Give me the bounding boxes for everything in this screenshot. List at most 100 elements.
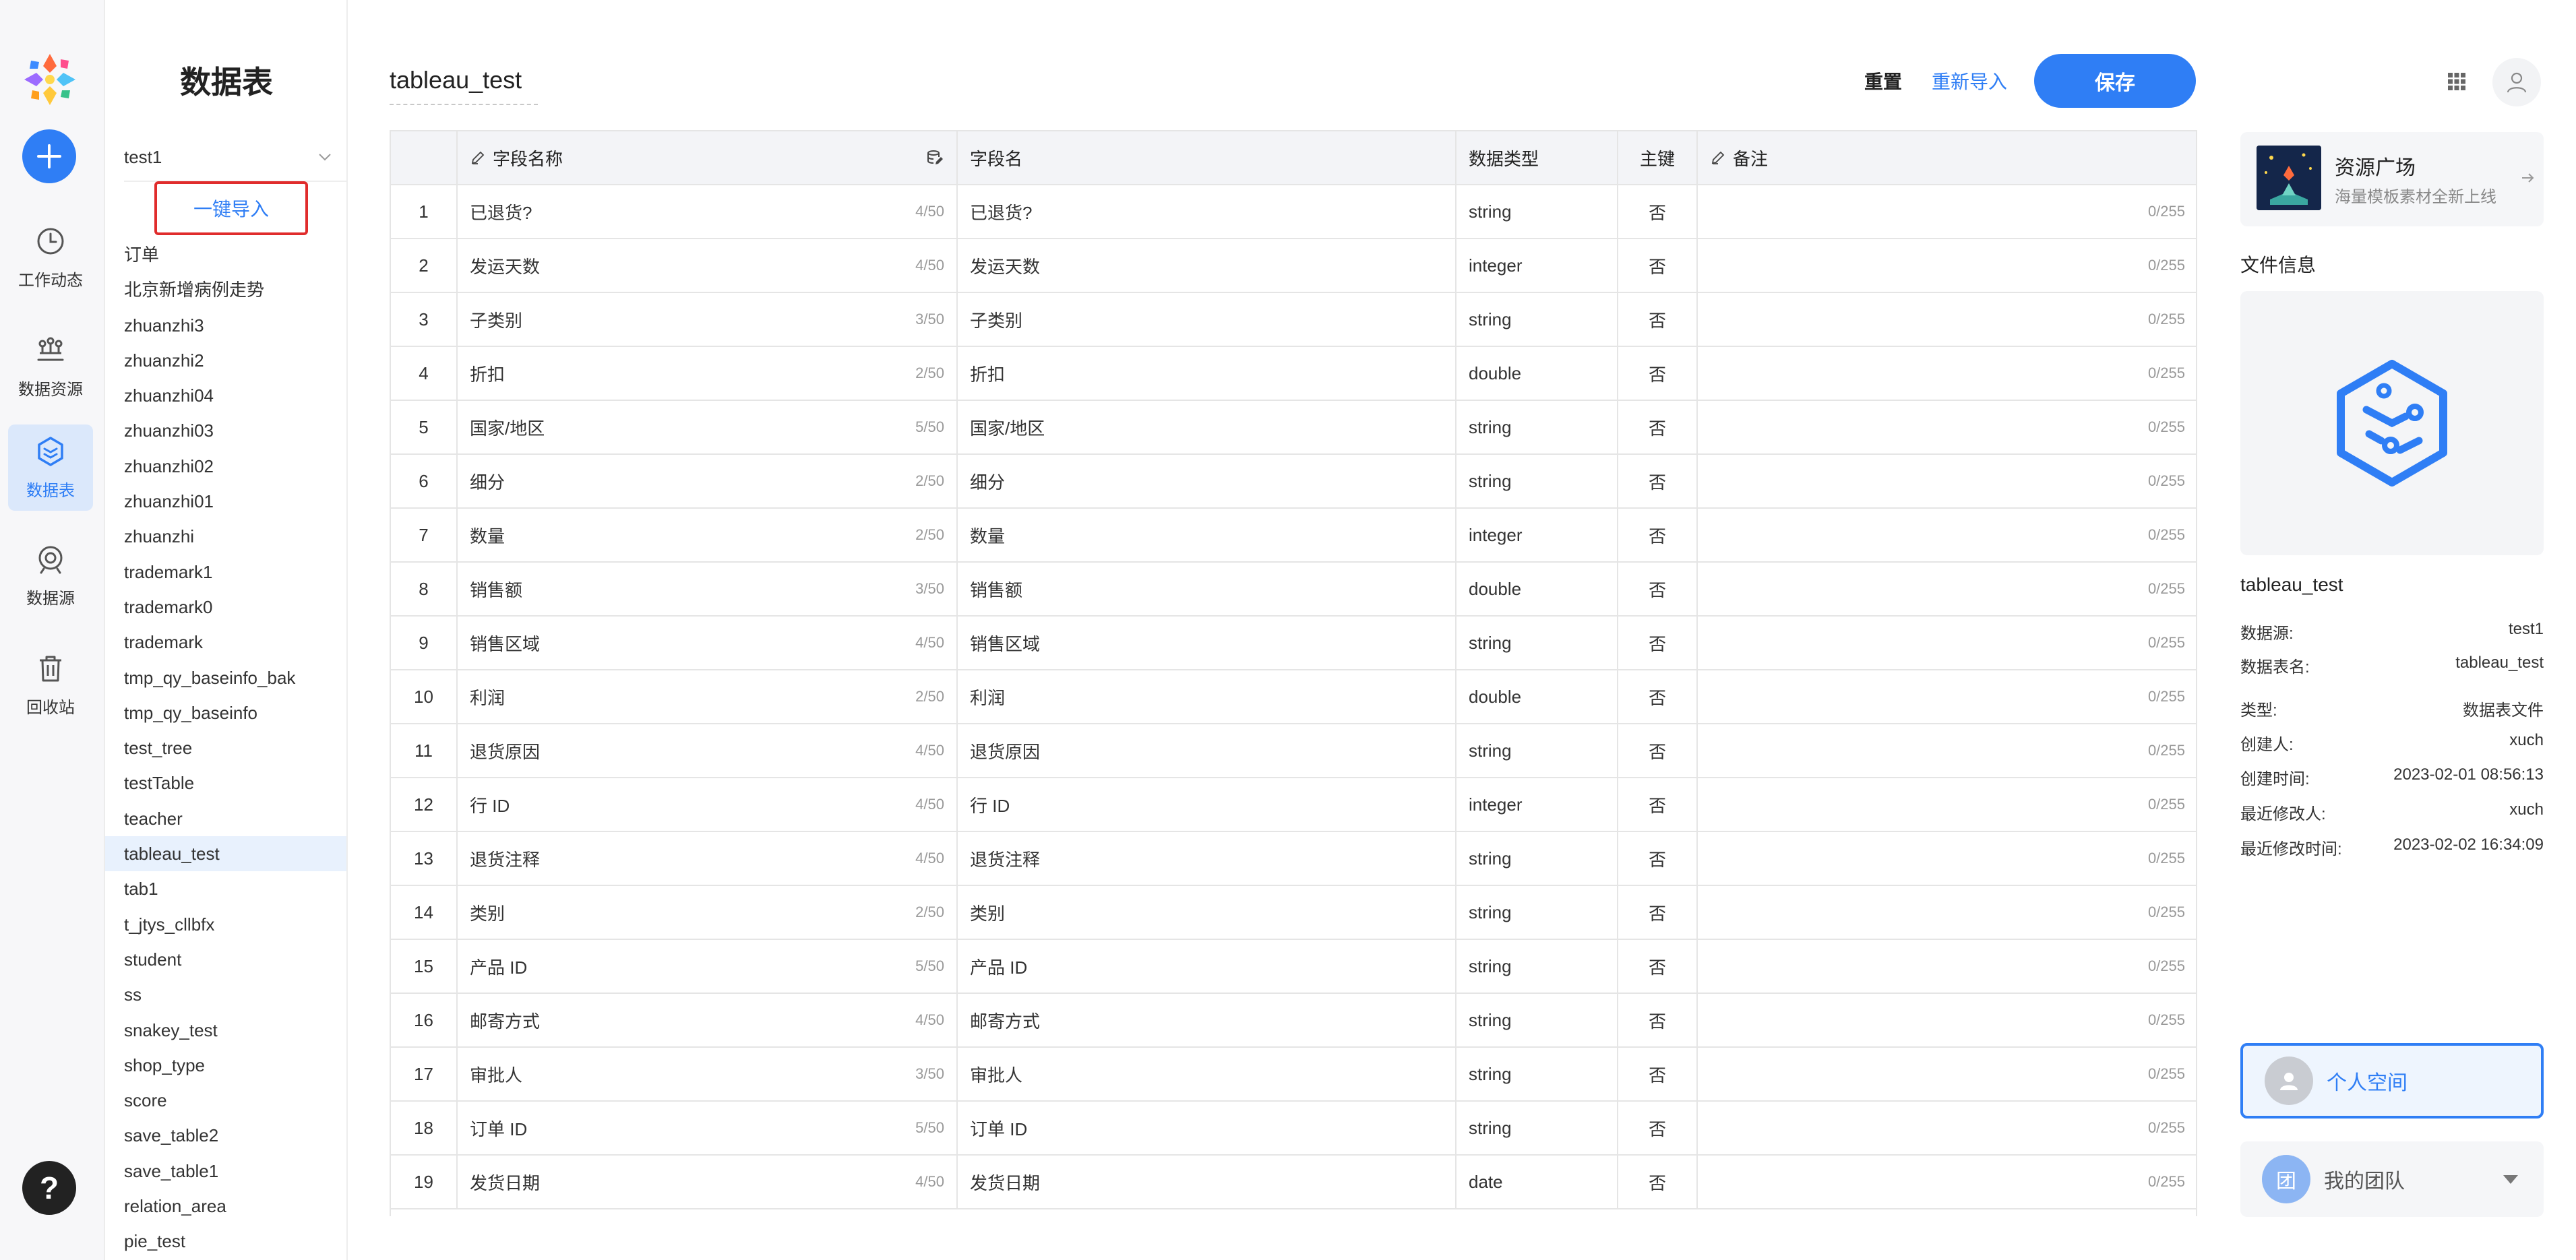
remark-cell[interactable]: 0/255 — [1697, 400, 2196, 455]
primary-key-cell[interactable]: 否 — [1618, 562, 1698, 617]
remark-cell[interactable]: 0/255 — [1697, 346, 2196, 401]
field-name-cell[interactable]: 行 ID 4/50 — [457, 778, 958, 832]
data-type-cell[interactable]: double — [1456, 562, 1618, 617]
table-list-item[interactable]: test_tree — [105, 730, 346, 765]
field-name-cell[interactable]: 数量 2/50 — [457, 508, 958, 563]
primary-key-cell[interactable]: 否 — [1618, 454, 1698, 509]
rail-item-data-source[interactable]: 数据源 — [8, 532, 93, 619]
datasource-select[interactable]: test1 — [124, 140, 333, 174]
remark-cell[interactable]: 0/255 — [1697, 185, 2196, 239]
help-button[interactable]: ? — [22, 1161, 76, 1215]
reimport-button[interactable]: 重新导入 — [1932, 67, 2007, 94]
table-list-item[interactable]: t_jtys_cllbfx — [105, 907, 346, 942]
table-list-item[interactable]: tab1 — [105, 871, 346, 906]
field-name-cell[interactable]: 细分 2/50 — [457, 454, 958, 509]
data-type-cell[interactable]: string — [1456, 185, 1618, 239]
remark-cell[interactable]: 0/255 — [1697, 939, 2196, 994]
data-type-cell[interactable]: string — [1456, 724, 1618, 778]
table-list-item[interactable]: student — [105, 942, 346, 977]
field-name-cell[interactable]: 利润 2/50 — [457, 670, 958, 724]
field-name-cell[interactable]: 国家/地区 5/50 — [457, 400, 958, 455]
remark-cell[interactable]: 0/255 — [1697, 454, 2196, 509]
table-list-item[interactable]: save_table2 — [105, 1118, 346, 1153]
rail-item-data-resources[interactable]: 数据资源 — [8, 323, 93, 410]
primary-key-cell[interactable]: 否 — [1618, 1047, 1698, 1102]
field-name-cell[interactable]: 类别 2/50 — [457, 885, 958, 940]
data-type-cell[interactable]: string — [1456, 616, 1618, 670]
table-list-item[interactable]: zhuanzhi01 — [105, 484, 346, 519]
one-click-import-button[interactable]: 一键导入 — [154, 181, 308, 235]
remark-cell[interactable]: 0/255 — [1697, 1101, 2196, 1156]
table-list-item[interactable]: 北京新增病例走势 — [105, 272, 346, 307]
primary-key-cell[interactable]: 否 — [1618, 292, 1698, 347]
primary-key-cell[interactable]: 否 — [1618, 508, 1698, 563]
my-team-switch[interactable]: 团 我的团队 — [2240, 1141, 2544, 1217]
save-button[interactable]: 保存 — [2034, 54, 2196, 108]
field-batch-edit-icon[interactable] — [925, 148, 944, 167]
field-name-cell[interactable]: 销售额 3/50 — [457, 562, 958, 617]
table-title[interactable]: tableau_test — [390, 66, 522, 94]
table-list-item[interactable]: zhuanzhi02 — [105, 449, 346, 484]
field-name-cell[interactable]: 子类别 3/50 — [457, 292, 958, 347]
field-name-cell[interactable]: 退货注释 4/50 — [457, 831, 958, 886]
data-type-cell[interactable]: string — [1456, 454, 1618, 509]
primary-key-cell[interactable]: 否 — [1618, 400, 1698, 455]
field-name-cell[interactable]: 订单 ID 5/50 — [457, 1101, 958, 1156]
remark-cell[interactable]: 0/255 — [1697, 292, 2196, 347]
primary-key-cell[interactable]: 否 — [1618, 1101, 1698, 1156]
primary-key-cell[interactable]: 否 — [1618, 239, 1698, 293]
field-name-cell[interactable]: 邮寄方式 4/50 — [457, 993, 958, 1048]
table-list-item[interactable]: testTable — [105, 765, 346, 800]
table-list-item[interactable]: trademark — [105, 625, 346, 660]
table-list-item[interactable]: 订单 — [105, 237, 346, 272]
table-list-item[interactable]: shop_type — [105, 1048, 346, 1083]
primary-key-cell[interactable]: 否 — [1618, 1155, 1698, 1209]
field-name-cell[interactable]: 发运天数 4/50 — [457, 239, 958, 293]
field-name-cell[interactable]: 销售区域 4/50 — [457, 616, 958, 670]
table-list-item[interactable]: zhuanzhi3 — [105, 308, 346, 343]
table-list-item[interactable]: snakey_test — [105, 1013, 346, 1048]
primary-key-cell[interactable]: 否 — [1618, 778, 1698, 832]
table-list-item[interactable]: save_table1 — [105, 1154, 346, 1189]
table-list-item[interactable]: zhuanzhi04 — [105, 378, 346, 413]
data-type-cell[interactable]: integer — [1456, 239, 1618, 293]
data-type-cell[interactable]: string — [1456, 993, 1618, 1048]
user-avatar[interactable] — [2492, 58, 2541, 106]
rail-item-work-activity[interactable]: 工作动态 — [8, 214, 93, 301]
data-type-cell[interactable]: double — [1456, 346, 1618, 401]
table-list-item[interactable]: tmp_qy_baseinfo_bak — [105, 660, 346, 695]
data-type-cell[interactable]: string — [1456, 1101, 1618, 1156]
remark-cell[interactable]: 0/255 — [1697, 1047, 2196, 1102]
data-type-cell[interactable]: integer — [1456, 778, 1618, 832]
data-type-cell[interactable]: string — [1456, 1047, 1618, 1102]
table-list-item[interactable]: tableau_test — [105, 836, 346, 872]
remark-cell[interactable]: 0/255 — [1697, 724, 2196, 778]
field-name-cell[interactable]: 产品 ID 5/50 — [457, 939, 958, 994]
data-type-cell[interactable]: string — [1456, 831, 1618, 886]
data-type-cell[interactable]: string — [1456, 292, 1618, 347]
field-name-cell[interactable]: 已退货? 4/50 — [457, 185, 958, 239]
rail-item-recycle-bin[interactable]: 回收站 — [8, 641, 93, 728]
primary-key-cell[interactable]: 否 — [1618, 724, 1698, 778]
data-type-cell[interactable]: string — [1456, 939, 1618, 994]
apps-grid-icon[interactable] — [2447, 71, 2467, 92]
table-list-item[interactable]: score — [105, 1083, 346, 1118]
personal-space-switch[interactable]: 个人空间 — [2240, 1043, 2544, 1119]
data-type-cell[interactable]: integer — [1456, 508, 1618, 563]
table-list-item[interactable]: relation_area — [105, 1189, 346, 1224]
remark-cell[interactable]: 0/255 — [1697, 562, 2196, 617]
add-button[interactable] — [22, 129, 76, 183]
table-list-item[interactable]: teacher — [105, 801, 346, 836]
primary-key-cell[interactable]: 否 — [1618, 831, 1698, 886]
remark-cell[interactable]: 0/255 — [1697, 670, 2196, 724]
table-list-item[interactable]: trademark1 — [105, 555, 346, 590]
remark-cell[interactable]: 0/255 — [1697, 831, 2196, 886]
primary-key-cell[interactable]: 否 — [1618, 346, 1698, 401]
remark-cell[interactable]: 0/255 — [1697, 616, 2196, 670]
remark-cell[interactable]: 0/255 — [1697, 885, 2196, 940]
app-logo[interactable] — [20, 50, 80, 109]
primary-key-cell[interactable]: 否 — [1618, 885, 1698, 940]
remark-cell[interactable]: 0/255 — [1697, 778, 2196, 832]
table-list-item[interactable]: zhuanzhi03 — [105, 413, 346, 448]
data-type-cell[interactable]: string — [1456, 400, 1618, 455]
